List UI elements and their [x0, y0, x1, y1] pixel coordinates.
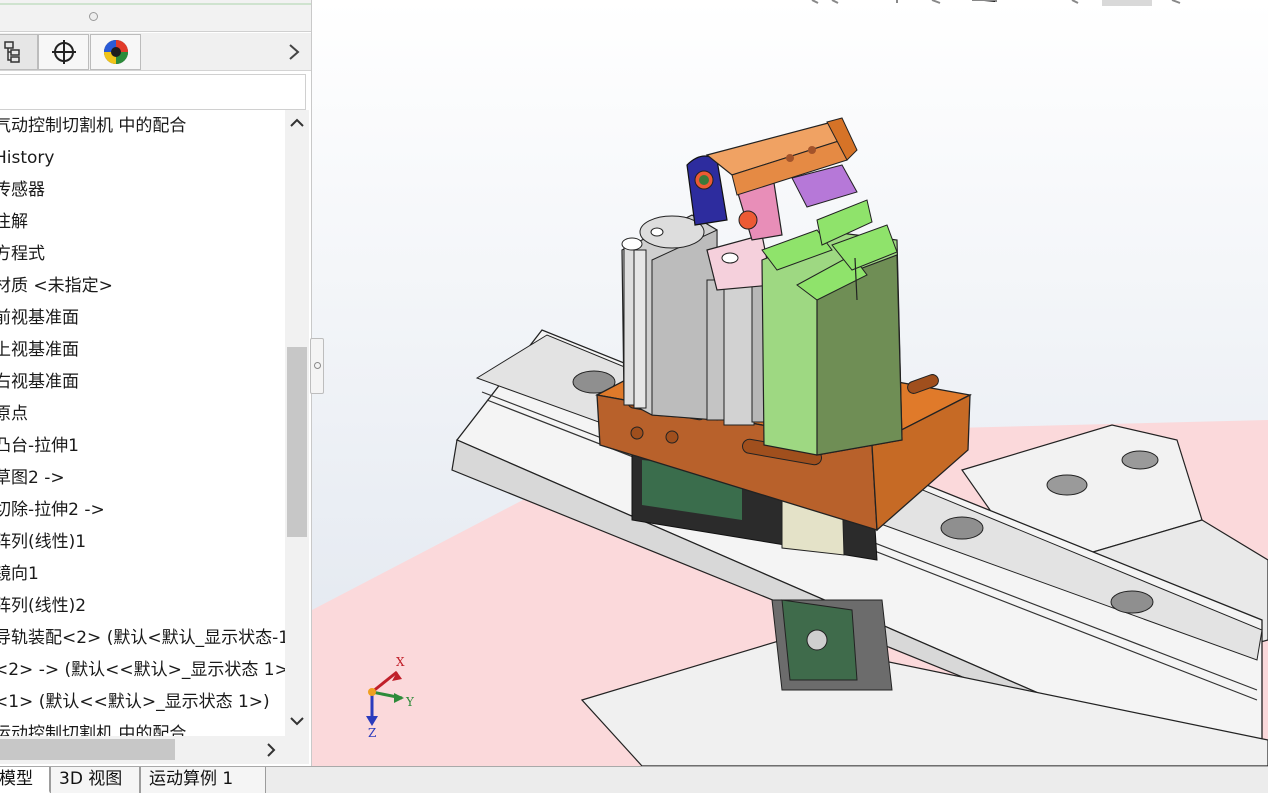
- tree-item[interactable]: <1> (默认<<默认>_显示状态 1>): [0, 686, 270, 718]
- tree-item[interactable]: 运动控制切割机 中的配合: [0, 718, 186, 736]
- green-jaw: [761, 199, 903, 456]
- scroll-down-icon[interactable]: [288, 712, 306, 730]
- scroll-thumb[interactable]: [0, 739, 175, 760]
- tab-3d-views[interactable]: 3D 视图: [50, 767, 140, 793]
- tree-item[interactable]: 原点: [0, 398, 28, 430]
- tree-item[interactable]: 注解: [0, 206, 28, 238]
- tree-item[interactable]: 前视基准面: [0, 302, 79, 334]
- panel-tab-bar: [0, 33, 311, 71]
- tree-item[interactable]: 阵列(线性)1: [0, 526, 86, 558]
- tree-item[interactable]: 切除-拉伸2 ->: [0, 494, 105, 526]
- solidworks-window: 气动控制切割机 中的配合 History 传感器 注解 方程式 材质 <未指定>…: [0, 0, 1268, 793]
- tree-item[interactable]: 方程式: [0, 238, 45, 270]
- tree-item[interactable]: 镜向1: [0, 558, 39, 590]
- tab-display-manager[interactable]: [90, 34, 141, 70]
- tab-model[interactable]: 模型: [0, 767, 50, 793]
- scroll-thumb[interactable]: [287, 347, 307, 537]
- tree-item[interactable]: 气动控制切割机 中的配合: [0, 110, 186, 142]
- tree-item[interactable]: 阵列(线性)2: [0, 590, 86, 622]
- feature-manager-panel: 气动控制切割机 中的配合 History 传感器 注解 方程式 材质 <未指定>…: [0, 0, 312, 766]
- scroll-right-icon[interactable]: [262, 741, 280, 759]
- tab-feature-manager[interactable]: [0, 34, 38, 70]
- crosshair-icon: [51, 40, 76, 64]
- panel-splitter-handle[interactable]: [310, 338, 324, 394]
- tree-item[interactable]: <2> -> (默认<<默认>_显示状态 1>: [0, 654, 285, 686]
- triad-x-label: X: [396, 655, 405, 669]
- panel-accent-line: [0, 3, 311, 5]
- tree-vertical-scrollbar[interactable]: [285, 110, 309, 736]
- appearance-sphere-icon: [103, 40, 128, 64]
- tab-property-manager[interactable]: [38, 34, 89, 70]
- triad-z-label: Z: [368, 726, 377, 740]
- panel-grip-icon[interactable]: [89, 12, 98, 21]
- scroll-up-icon[interactable]: [288, 114, 306, 132]
- tree-item[interactable]: 导轨装配<2> (默认<默认_显示状态-1>: [0, 622, 285, 654]
- triad-y-label: Y: [406, 695, 414, 709]
- tab-motion-study[interactable]: 运动算例 1: [140, 767, 266, 793]
- graphics-viewport[interactable]: X Y Z: [312, 0, 1268, 766]
- feature-tree-icon: [4, 41, 20, 63]
- tree-item[interactable]: 材质 <未指定>: [0, 270, 113, 302]
- heads-up-toolbar[interactable]: [811, 0, 1181, 6]
- tree-item[interactable]: History: [0, 142, 54, 174]
- tree-item[interactable]: 右视基准面: [0, 366, 79, 398]
- tree-item[interactable]: 上视基准面: [0, 334, 79, 366]
- scroll-corner: [285, 736, 309, 764]
- tree-item[interactable]: 凸台-拉伸1: [0, 430, 79, 462]
- feature-tree: 气动控制切割机 中的配合 History 传感器 注解 方程式 材质 <未指定>…: [0, 110, 285, 736]
- chevron-right-icon[interactable]: [284, 41, 304, 63]
- tree-item[interactable]: 草图2 ->: [0, 462, 65, 494]
- feature-filter-input[interactable]: [0, 74, 306, 110]
- cad-model-render[interactable]: [312, 0, 1268, 766]
- panel-top-strip: [0, 0, 311, 32]
- lever-arm: [705, 117, 858, 208]
- tree-item[interactable]: 传感器: [0, 174, 45, 206]
- bottom-tab-bar: 模型 3D 视图 运动算例 1: [0, 766, 1268, 793]
- tree-horizontal-scrollbar[interactable]: [0, 736, 285, 764]
